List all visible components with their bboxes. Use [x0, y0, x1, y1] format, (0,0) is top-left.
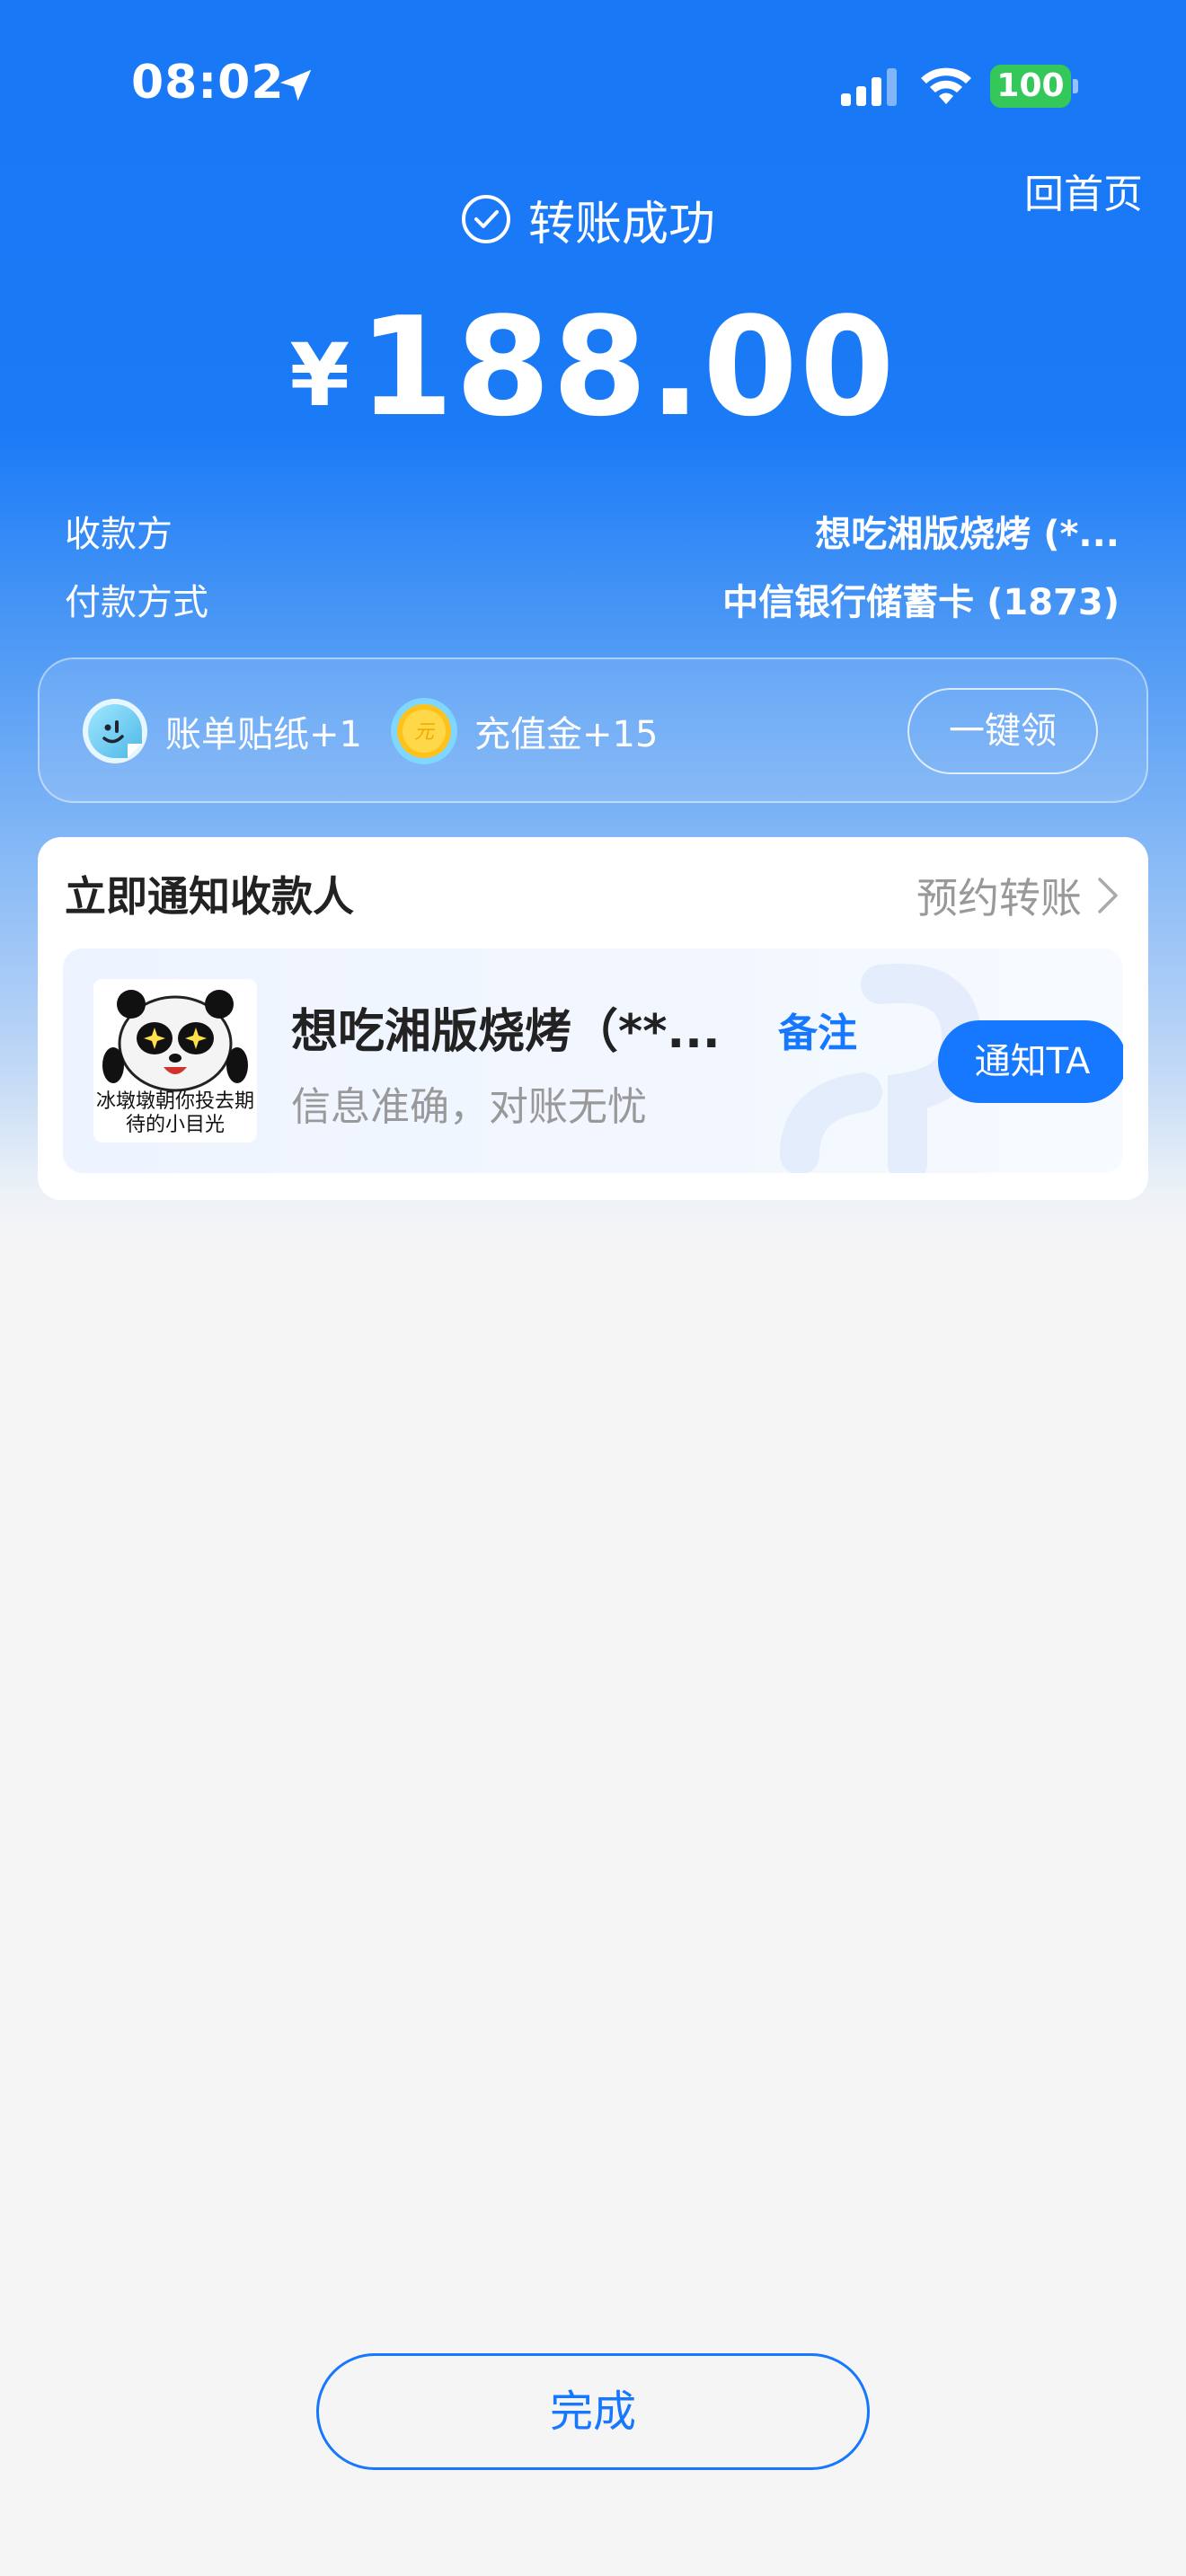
panda-icon: [102, 990, 248, 1092]
rewards-card: 账单贴纸+1 元 充值金+15 一键领: [38, 657, 1148, 803]
location-arrow-icon: [279, 69, 312, 101]
wifi-icon: [921, 67, 971, 104]
reward-sticker-label: 账单贴纸+1: [165, 714, 362, 755]
done-button[interactable]: 完成: [316, 2353, 870, 2470]
schedule-transfer-label: 预约转账: [916, 874, 1082, 922]
battery-indicator: 100: [990, 65, 1078, 108]
payee-name: 想吃湘版烧烤（**...: [291, 1005, 721, 1059]
currency-symbol: ¥: [289, 325, 350, 426]
schedule-transfer-link[interactable]: 预约转账: [916, 866, 1121, 925]
payment-method-label: 付款方式: [65, 582, 208, 623]
payee-subtitle: 信息准确，对账无忧: [291, 1084, 647, 1130]
check-circle-icon: [462, 195, 510, 243]
payee-notify-row: 冰墩墩朝你投去期待的小目光 想吃湘版烧烤（**... 备注 信息准确，对账无忧 …: [63, 948, 1123, 1173]
success-status: 转账成功: [460, 189, 716, 251]
svg-text:元: 元: [414, 721, 436, 744]
battery-tip: [1073, 79, 1078, 93]
reward-coin-label: 充值金+15: [474, 714, 659, 755]
coin-icon: 元: [391, 698, 457, 764]
back-to-home-link[interactable]: 回首页: [1024, 162, 1143, 219]
success-text: 转账成功: [528, 197, 716, 251]
battery-level: 100: [990, 65, 1071, 108]
sticker-icon: [83, 699, 147, 763]
chevron-right-icon: [1098, 878, 1118, 913]
status-time: 08:02: [131, 56, 285, 110]
notify-payee-card: 立即通知收款人 预约转账 冰墩墩朝你投去期待的小目光 想吃湘版烧烤（**... …: [38, 837, 1148, 1200]
payee-avatar-sticker: 冰墩墩朝你投去期待的小目光: [93, 979, 257, 1142]
payment-method-value: 中信银行储蓄卡 (1873): [722, 582, 1120, 623]
transfer-amount: ¥188.00: [0, 287, 1186, 446]
one-click-claim-button[interactable]: 一键领: [907, 688, 1098, 774]
reward-sticker: 账单贴纸+1: [81, 695, 362, 767]
reward-coin: 元 充值金+15: [390, 695, 658, 767]
payee-value: 想吃湘版烧烤 (*...: [815, 514, 1120, 555]
notify-title: 立即通知收款人: [65, 872, 354, 921]
sticker-caption: 冰墩墩朝你投去期待的小目光: [95, 1090, 254, 1136]
payee-label: 收款方: [65, 514, 173, 555]
notify-ta-button[interactable]: 通知TA: [938, 1020, 1123, 1103]
remark-button[interactable]: 备注: [778, 1001, 857, 1058]
amount-value: 188.00: [358, 287, 897, 446]
cellular-signal-icon: [841, 68, 897, 106]
